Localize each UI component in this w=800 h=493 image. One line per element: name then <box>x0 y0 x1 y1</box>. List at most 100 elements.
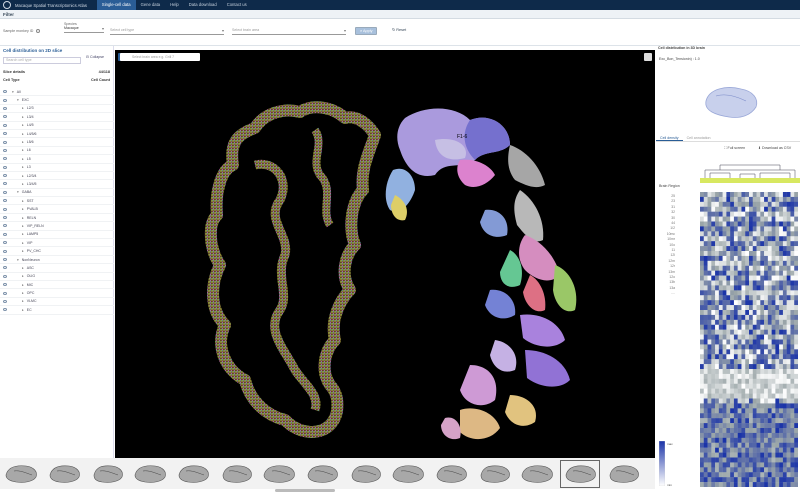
tree-item[interactable]: ▾ GABA <box>0 189 114 198</box>
tree-item[interactable]: ▸ LAMP5 <box>0 231 114 240</box>
tree-item[interactable]: ▸ L4/5 <box>0 122 114 130</box>
slice-thumbnail[interactable] <box>518 461 556 487</box>
eye-icon[interactable] <box>3 182 7 186</box>
chevron-right-icon[interactable]: ▸ <box>22 148 24 152</box>
slice-thumbnail[interactable] <box>260 461 298 487</box>
chevron-right-icon[interactable]: ▸ <box>22 308 24 312</box>
chevron-right-icon[interactable]: ▸ <box>22 241 24 245</box>
chevron-right-icon[interactable]: ▸ <box>22 165 24 169</box>
slice-thumbnail[interactable] <box>45 461 83 487</box>
tree-item[interactable]: ▸ L3/4 <box>0 113 114 122</box>
eye-icon[interactable] <box>3 199 7 203</box>
3d-brain-view[interactable] <box>701 81 761 121</box>
eye-icon[interactable] <box>3 165 7 169</box>
nav-gene-data[interactable]: Gene data <box>136 0 166 10</box>
apply-button[interactable]: ⌕ Apply <box>355 27 378 35</box>
slice-thumbnail[interactable] <box>432 461 470 487</box>
brain-area-search-input[interactable]: Select brain area e.g. Grill 7 <box>120 53 200 61</box>
tree-item[interactable]: ▾ NonNeuron <box>0 256 114 265</box>
chevron-right-icon[interactable]: ▸ <box>22 232 24 236</box>
chevron-down-icon[interactable]: ▾ <box>17 190 19 194</box>
brain-area-filter[interactable]: Select brain area <box>232 28 346 35</box>
slice-thumbnail[interactable] <box>2 461 40 487</box>
chevron-right-icon[interactable]: ▸ <box>22 207 24 211</box>
nav-single-cell[interactable]: Single-cell data <box>96 0 136 10</box>
full-screen-button[interactable]: ⛶ Full screen <box>724 146 745 150</box>
tree-item[interactable]: ▸ SST <box>0 197 114 206</box>
chevron-right-icon[interactable]: ▸ <box>22 174 24 178</box>
slice-thumbnail[interactable] <box>475 461 513 487</box>
species-filter[interactable]: Species Macaque <box>64 22 104 33</box>
tree-item[interactable]: ▸ L5 <box>0 155 114 164</box>
tree-item[interactable]: ▸ L3 <box>0 164 114 172</box>
slice-thumbnail[interactable] <box>217 461 255 487</box>
eye-icon[interactable] <box>3 148 7 152</box>
chevron-right-icon[interactable]: ▸ <box>22 224 24 228</box>
tree-item[interactable]: ▸ RELN <box>0 214 114 223</box>
tree-item[interactable]: ▸ L3/4/5 <box>0 180 114 189</box>
heatmap[interactable] <box>700 192 798 487</box>
download-button[interactable]: ⬇ Download as CSV <box>758 146 791 150</box>
tree-item[interactable]: ▸ L5/6 <box>0 138 114 147</box>
tree-item[interactable]: ▸ VIP <box>0 239 114 248</box>
eye-icon[interactable] <box>3 190 7 194</box>
eye-icon[interactable] <box>3 216 7 220</box>
chevron-right-icon[interactable]: ▸ <box>22 283 24 287</box>
species-select[interactable]: Macaque <box>64 26 104 33</box>
chevron-right-icon[interactable]: ▸ <box>22 199 24 203</box>
chevron-right-icon[interactable]: ▸ <box>22 106 24 110</box>
eye-icon[interactable] <box>3 291 7 295</box>
eye-icon[interactable] <box>3 98 7 102</box>
eye-icon[interactable] <box>3 249 7 253</box>
eye-icon[interactable] <box>3 207 7 211</box>
tree-item[interactable]: ▸ ASC <box>0 264 114 273</box>
tree-item[interactable]: ▸ VLMC <box>0 298 114 307</box>
chevron-right-icon[interactable]: ▸ <box>22 132 24 136</box>
tree-item[interactable]: ▸ EC <box>0 306 114 315</box>
nav-data-download[interactable]: Data download <box>184 0 222 10</box>
tree-item[interactable]: ▸ MIC <box>0 281 114 290</box>
chevron-right-icon[interactable]: ▸ <box>22 266 24 270</box>
slice-thumbnail[interactable] <box>174 461 212 487</box>
chevron-down-icon[interactable]: ▾ <box>17 98 19 102</box>
eye-icon[interactable] <box>3 115 7 119</box>
eye-icon[interactable] <box>3 299 7 303</box>
tree-item[interactable]: ▸ L6 <box>0 147 114 156</box>
chevron-right-icon[interactable]: ▸ <box>22 291 24 295</box>
chevron-right-icon[interactable]: ▸ <box>22 123 24 127</box>
tree-item[interactable]: ▾ EXC <box>0 96 114 105</box>
slice-thumbnail[interactable] <box>604 461 642 487</box>
strip-scrollbar[interactable] <box>275 489 335 492</box>
chevron-right-icon[interactable]: ▸ <box>22 140 24 144</box>
eye-icon[interactable] <box>3 106 7 110</box>
chevron-right-icon[interactable]: ▸ <box>22 216 24 220</box>
chevron-right-icon[interactable]: ▸ <box>22 249 24 253</box>
eye-icon[interactable] <box>3 157 7 161</box>
tree-item[interactable]: ▸ OLIG <box>0 273 114 281</box>
brain-area-select[interactable]: Select brain area <box>232 28 346 35</box>
tab-cell-annotation[interactable]: Cell annotation <box>683 134 715 141</box>
cell-type-filter[interactable]: Select cell type <box>110 28 224 35</box>
tree-item[interactable]: ▸ L2/3/4 <box>0 172 114 181</box>
eye-icon[interactable] <box>3 132 7 136</box>
slice-thumbnail[interactable] <box>88 461 126 487</box>
chevron-right-icon[interactable]: ▸ <box>22 299 24 303</box>
eye-icon[interactable] <box>3 224 7 228</box>
slice-thumbnail[interactable] <box>389 461 427 487</box>
slice-thumbnail[interactable] <box>346 461 384 487</box>
tree-item[interactable]: ▾ All <box>0 88 114 97</box>
chevron-right-icon[interactable]: ▸ <box>22 274 24 278</box>
nav-contact[interactable]: Contact us <box>222 0 252 10</box>
eye-icon[interactable] <box>3 274 7 278</box>
cell-type-search-input[interactable]: Search cell type <box>3 57 81 64</box>
eye-icon[interactable] <box>3 308 7 312</box>
slice-thumbnail[interactable] <box>131 461 169 487</box>
tree-item[interactable]: ▸ L2/3 <box>0 105 114 114</box>
slice-canvas[interactable]: F1-6 Select brain area e.g. Grill 7 <box>115 50 655 458</box>
slice-thumbnail[interactable] <box>560 459 600 488</box>
cell-type-select[interactable]: Select cell type <box>110 28 224 35</box>
tree-item[interactable]: ▸ L4/5/6 <box>0 130 114 139</box>
eye-icon[interactable] <box>3 241 7 245</box>
tree-item[interactable]: ▸ PVALB <box>0 205 114 214</box>
eye-icon[interactable] <box>3 258 7 261</box>
